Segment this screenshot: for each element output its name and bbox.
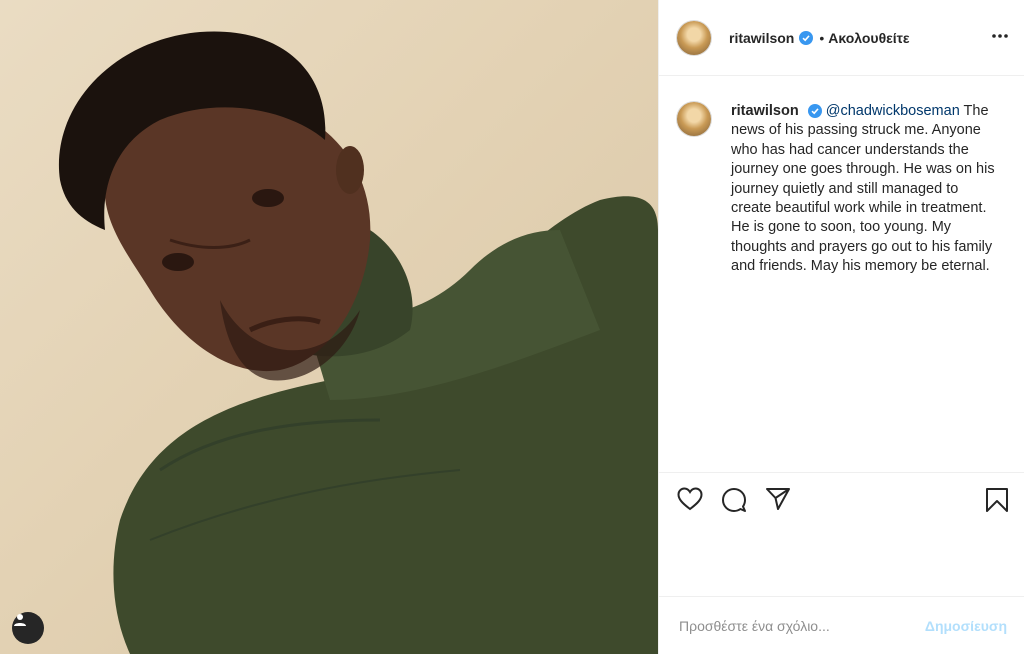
- more-options-button[interactable]: [991, 26, 1009, 51]
- follow-status-button[interactable]: Ακολουθείτε: [828, 30, 909, 46]
- like-button[interactable]: [677, 487, 703, 516]
- tagged-users-button[interactable]: [12, 612, 44, 644]
- comment-input[interactable]: [677, 616, 911, 635]
- separator-dot: •: [819, 29, 825, 46]
- bookmark-icon: [986, 488, 1008, 512]
- post-caption: ritawilson @chadwickboseman The news of …: [677, 102, 1013, 277]
- paper-plane-icon: [766, 488, 790, 510]
- portrait-illustration: [58, 31, 658, 654]
- heart-icon: [677, 487, 703, 511]
- add-comment-bar: Δημοσίευση: [659, 596, 1024, 654]
- verified-badge-icon: [799, 30, 814, 45]
- verified-badge-icon: [807, 104, 822, 119]
- caption-text: ritawilson @chadwickboseman The news of …: [731, 102, 995, 277]
- caption-body: The news of his passing struck me. Anyon…: [731, 103, 995, 275]
- post-photo[interactable]: [0, 0, 658, 654]
- post-details-panel: ritawilson • Ακολουθείτε ritawilson @cha…: [658, 0, 1024, 654]
- more-options-icon: [992, 34, 1008, 38]
- save-button[interactable]: [985, 487, 1009, 518]
- post-comment-button[interactable]: Δημοσίευση: [925, 618, 1007, 634]
- caption-mention-link[interactable]: @chadwickboseman: [826, 103, 960, 119]
- author-avatar[interactable]: [677, 20, 711, 55]
- share-button[interactable]: [765, 487, 791, 516]
- comment-button[interactable]: [721, 487, 747, 518]
- comment-bubble-icon: [722, 488, 746, 512]
- caption-username[interactable]: ritawilson: [731, 103, 799, 119]
- caption-author-avatar[interactable]: [677, 102, 711, 136]
- user-tag-icon: [14, 614, 26, 626]
- author-username[interactable]: ritawilson: [729, 30, 794, 46]
- post-actions: [659, 472, 1024, 596]
- post-header: ritawilson • Ακολουθείτε: [659, 0, 1024, 76]
